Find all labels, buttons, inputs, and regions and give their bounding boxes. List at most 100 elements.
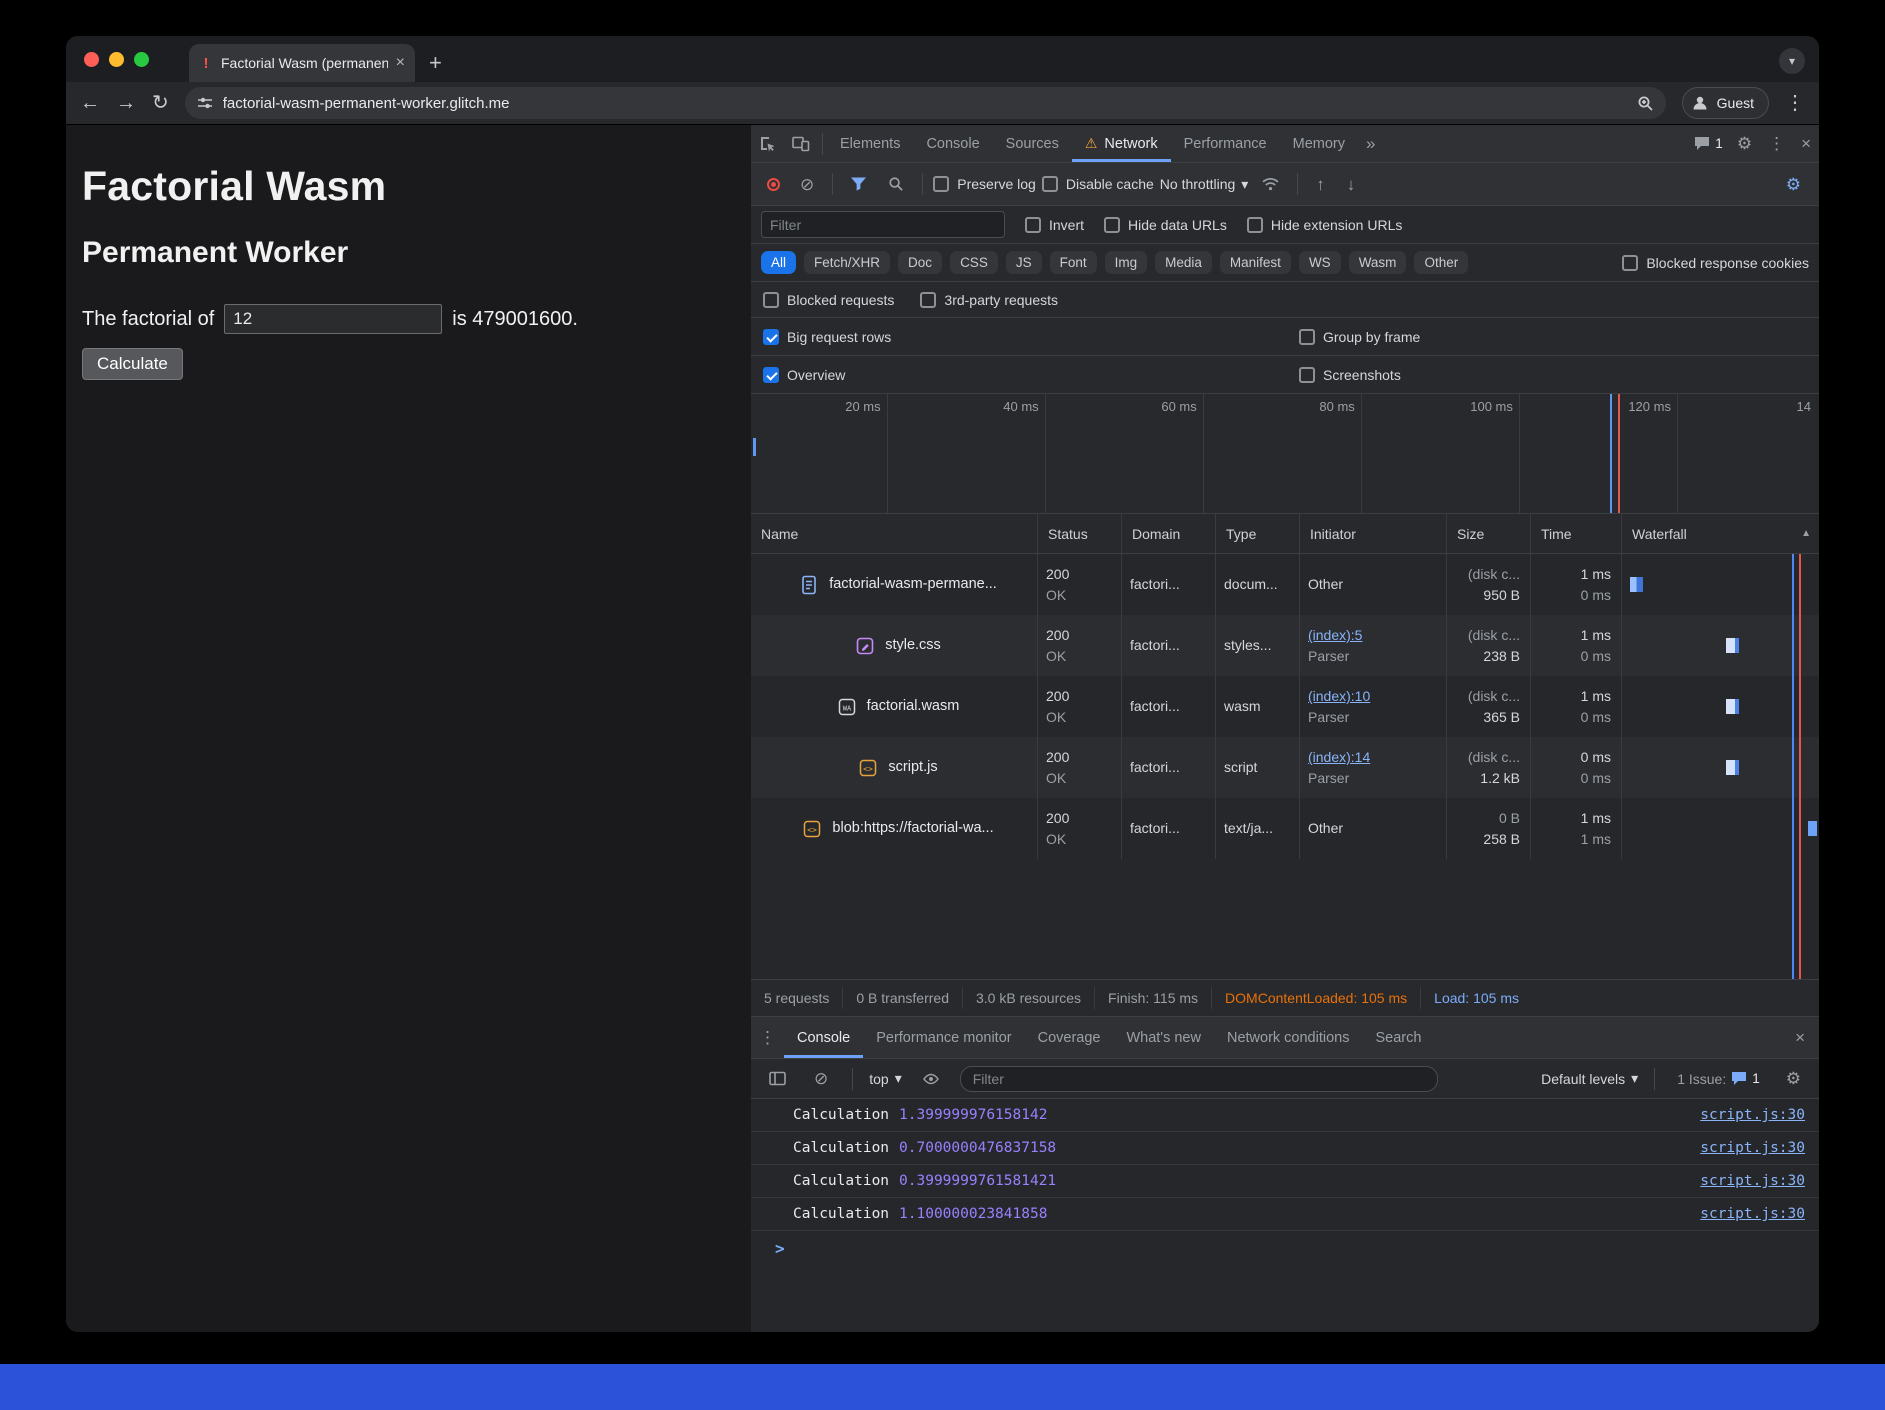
back-button[interactable]: ← — [80, 93, 100, 113]
invert-checkbox[interactable]: Invert — [1025, 217, 1084, 233]
filter-chip-css[interactable]: CSS — [950, 251, 998, 274]
checkbox-checked[interactable] — [763, 329, 779, 345]
big-request-rows-checkbox[interactable]: Big request rows — [763, 329, 1299, 345]
checkbox[interactable] — [1299, 329, 1315, 345]
issues-counter[interactable]: 1 — [1688, 136, 1729, 151]
checkbox-checked[interactable] — [763, 367, 779, 383]
console-message[interactable]: Calculation 1.100000023841858 script.js:… — [751, 1198, 1819, 1231]
network-request-row[interactable]: WA factorial.wasm 200OK factori... wasm … — [751, 676, 1819, 737]
devtools-menu-icon[interactable]: ⋮ — [1760, 135, 1793, 152]
more-tabs-icon[interactable]: » — [1358, 135, 1383, 152]
clear-console-icon[interactable]: ⊘ — [806, 1070, 836, 1087]
hide-extension-urls-checkbox[interactable]: Hide extension URLs — [1247, 217, 1403, 233]
console-message[interactable]: Calculation 1.399999976158142 script.js:… — [751, 1099, 1819, 1132]
filter-chip-fetch[interactable]: Fetch/XHR — [804, 251, 890, 274]
minimize-window-button[interactable] — [109, 52, 124, 67]
new-tab-button[interactable]: + — [429, 50, 442, 76]
reload-button[interactable]: ↻ — [152, 93, 169, 113]
filter-chip-manifest[interactable]: Manifest — [1220, 251, 1291, 274]
filter-chip-font[interactable]: Font — [1050, 251, 1097, 274]
drawer-close-icon[interactable]: × — [1787, 1029, 1813, 1046]
checkbox[interactable] — [1104, 217, 1120, 233]
group-by-frame-checkbox[interactable]: Group by frame — [1299, 329, 1420, 345]
log-levels-dropdown[interactable]: Default levels ▾ — [1541, 1070, 1638, 1087]
drawer-tab-console[interactable]: Console — [784, 1017, 863, 1058]
network-conditions-icon[interactable] — [1254, 177, 1287, 191]
console-filter-input[interactable] — [960, 1066, 1438, 1092]
drawer-tab-performance-monitor[interactable]: Performance monitor — [863, 1017, 1024, 1058]
initiator-link[interactable]: (index):5 — [1308, 625, 1446, 645]
checkbox[interactable] — [1299, 367, 1315, 383]
blocked-response-cookies-checkbox[interactable]: Blocked response cookies — [1622, 255, 1809, 271]
third-party-requests-checkbox[interactable]: 3rd-party requests — [920, 292, 1058, 308]
tab-network[interactable]: ⚠ Network — [1072, 125, 1171, 162]
network-search-icon[interactable] — [880, 176, 912, 192]
filter-chip-ws[interactable]: WS — [1299, 251, 1341, 274]
filter-chip-wasm[interactable]: Wasm — [1349, 251, 1407, 274]
column-header-domain[interactable]: Domain — [1122, 514, 1216, 553]
maximize-window-button[interactable] — [134, 52, 149, 67]
tab-sources[interactable]: Sources — [993, 125, 1072, 162]
initiator-link[interactable]: (index):14 — [1308, 747, 1446, 767]
checkbox[interactable] — [1025, 217, 1041, 233]
throttling-dropdown[interactable]: No throttling ▾ — [1160, 176, 1249, 193]
network-filter-input[interactable] — [761, 211, 1005, 238]
column-header-status[interactable]: Status — [1038, 514, 1122, 553]
profile-chip[interactable]: Guest — [1682, 87, 1769, 119]
console-message[interactable]: Calculation 0.7000000476837158 script.js… — [751, 1132, 1819, 1165]
checkbox[interactable] — [1247, 217, 1263, 233]
devtools-settings-icon[interactable]: ⚙ — [1729, 135, 1760, 152]
filter-chip-other[interactable]: Other — [1414, 251, 1468, 274]
browser-tab[interactable]: ! Factorial Wasm (permanent W × — [189, 44, 415, 82]
source-link[interactable]: script.js:30 — [1700, 1206, 1805, 1222]
checkbox[interactable] — [1042, 176, 1058, 192]
network-request-row[interactable]: factorial-wasm-permane... 200OK factori.… — [751, 554, 1819, 615]
column-header-time[interactable]: Time — [1531, 514, 1622, 553]
column-header-name[interactable]: Name — [751, 514, 1038, 553]
column-header-type[interactable]: Type — [1216, 514, 1300, 553]
blocked-requests-checkbox[interactable]: Blocked requests — [763, 292, 894, 308]
console-message[interactable]: Calculation 0.3999999761581421 script.js… — [751, 1165, 1819, 1198]
tab-performance[interactable]: Performance — [1171, 125, 1280, 162]
filter-chip-js[interactable]: JS — [1006, 251, 1042, 274]
record-network-log-button[interactable] — [767, 178, 780, 191]
drawer-tab-coverage[interactable]: Coverage — [1025, 1017, 1114, 1058]
checkbox[interactable] — [763, 292, 779, 308]
preserve-log-checkbox[interactable]: Preserve log — [933, 176, 1036, 192]
console-prompt[interactable]: > — [751, 1231, 1819, 1265]
browser-menu-button[interactable]: ⋮ — [1785, 93, 1805, 113]
source-link[interactable]: script.js:30 — [1700, 1173, 1805, 1189]
url-bar[interactable]: factorial-wasm-permanent-worker.glitch.m… — [185, 87, 1666, 119]
hide-data-urls-checkbox[interactable]: Hide data URLs — [1104, 217, 1227, 233]
network-settings-icon[interactable]: ⚙ — [1778, 176, 1809, 193]
drawer-tab-whats-new[interactable]: What's new — [1113, 1017, 1214, 1058]
network-overview-timeline[interactable]: 20 ms 40 ms 60 ms 80 ms 100 ms 120 ms 14 — [751, 394, 1819, 514]
device-toolbar-icon[interactable] — [784, 136, 818, 152]
zoom-icon[interactable] — [1637, 95, 1654, 112]
column-header-waterfall[interactable]: Waterfall ▲ — [1622, 514, 1819, 553]
column-header-initiator[interactable]: Initiator — [1300, 514, 1447, 553]
import-har-icon[interactable]: ↑ — [1308, 176, 1333, 193]
console-context-dropdown[interactable]: top ▾ — [869, 1070, 902, 1087]
drawer-menu-icon[interactable]: ⋮ — [751, 1029, 784, 1046]
tab-memory[interactable]: Memory — [1280, 125, 1358, 162]
drawer-tab-network-conditions[interactable]: Network conditions — [1214, 1017, 1363, 1058]
console-sidebar-toggle-icon[interactable] — [761, 1071, 794, 1086]
site-settings-icon[interactable] — [197, 95, 213, 111]
filter-chip-media[interactable]: Media — [1155, 251, 1212, 274]
tab-search-button[interactable]: ▾ — [1779, 48, 1805, 74]
filter-chip-img[interactable]: Img — [1105, 251, 1148, 274]
devtools-close-icon[interactable]: × — [1793, 135, 1819, 152]
column-header-size[interactable]: Size — [1447, 514, 1531, 553]
console-settings-icon[interactable]: ⚙ — [1778, 1070, 1809, 1087]
network-request-row[interactable]: style.css 200OK factori... styles... (in… — [751, 615, 1819, 676]
live-expression-eye-icon[interactable] — [914, 1072, 948, 1086]
network-request-row[interactable]: <> script.js 200OK factori... script (in… — [751, 737, 1819, 798]
tab-elements[interactable]: Elements — [827, 125, 913, 162]
factorial-input[interactable] — [224, 304, 442, 334]
calculate-button[interactable]: Calculate — [82, 348, 183, 380]
tab-close-icon[interactable]: × — [396, 54, 405, 72]
tab-console[interactable]: Console — [913, 125, 992, 162]
forward-button[interactable]: → — [116, 93, 136, 113]
filter-funnel-icon[interactable] — [843, 177, 874, 191]
